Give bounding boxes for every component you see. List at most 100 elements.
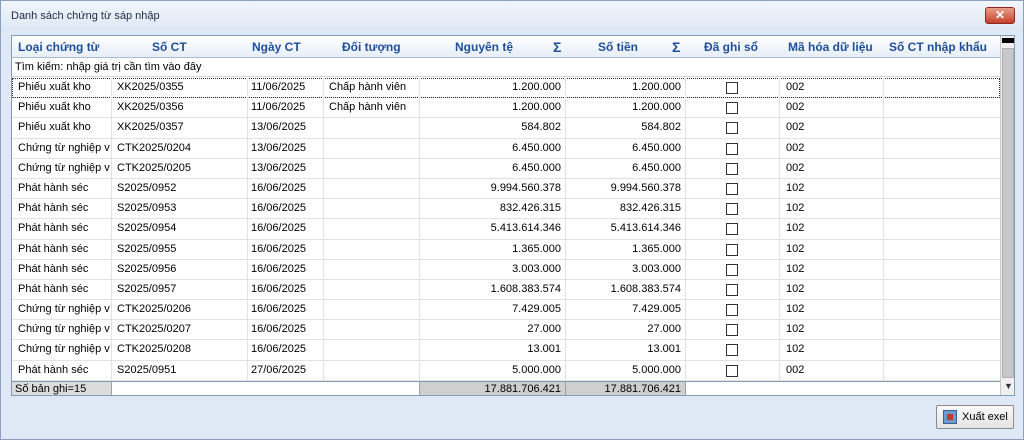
cell-ngay-ct[interactable]: 11/06/2025	[248, 78, 324, 98]
cell-so-tien[interactable]: 13.001	[566, 340, 686, 361]
cell-loai-chung-tu[interactable]: Phiếu xuất kho	[12, 78, 112, 98]
cell-so-ct-nhap-khau[interactable]	[884, 98, 1000, 118]
cell-so-tien[interactable]: 9.994.560.378	[566, 178, 686, 199]
cell-so-tien[interactable]: 5.000.000	[566, 360, 686, 381]
table-row[interactable]: Phiếu xuất kho XK2025/0357 13/06/2025 584.8…	[12, 118, 1000, 139]
cell-so-ct[interactable]: CTK2025/0207	[112, 320, 248, 341]
table-row[interactable]: Chứng từ nghiệp v CTK2025/0206 16/06/2025 7…	[12, 300, 1000, 321]
close-button[interactable]: ✕	[985, 7, 1015, 24]
cell-ma-hoa[interactable]: 102	[780, 300, 884, 321]
cell-so-ct-nhap-khau[interactable]	[884, 280, 1000, 300]
table-row[interactable]: Phát hành séc S2025/0953 16/06/2025 832.426…	[12, 199, 1000, 220]
cell-so-tien[interactable]: 7.429.005	[566, 300, 686, 321]
cell-ma-hoa[interactable]: 002	[780, 98, 884, 119]
cell-nguyen-te[interactable]: 13.001	[420, 340, 566, 361]
cell-ma-hoa[interactable]: 102	[780, 178, 884, 199]
cell-so-ct-nhap-khau[interactable]	[884, 361, 1000, 381]
cell-ngay-ct[interactable]: 16/06/2025	[248, 178, 324, 199]
cell-so-ct[interactable]: CTK2025/0204	[112, 138, 248, 159]
cell-doi-tuong[interactable]: Chấp hành viên	[324, 78, 420, 98]
cell-so-ct[interactable]: CTK2025/0205	[112, 158, 248, 179]
table-row[interactable]: Phiếu xuất kho XK2025/0355 11/06/2025 Chấp …	[12, 78, 1000, 99]
cell-ngay-ct[interactable]: 16/06/2025	[248, 259, 324, 280]
cell-ngay-ct[interactable]: 16/06/2025	[248, 219, 324, 240]
cell-so-ct[interactable]: XK2025/0355	[112, 78, 248, 98]
cell-so-ct[interactable]: CTK2025/0208	[112, 340, 248, 361]
posted-checkbox[interactable]	[726, 102, 738, 115]
table-row[interactable]: Phát hành séc S2025/0952 16/06/2025 9.994.5…	[12, 178, 1000, 200]
cell-so-ct[interactable]: S2025/0953	[112, 199, 248, 220]
cell-so-ct[interactable]: CTK2025/0206	[112, 300, 248, 321]
export-excel-button[interactable]: Xuất exel	[936, 405, 1014, 429]
cell-so-ct[interactable]: S2025/0951	[112, 360, 248, 381]
cell-doi-tuong[interactable]	[324, 199, 420, 220]
scroll-thumb[interactable]	[1002, 48, 1014, 378]
cell-so-ct-nhap-khau[interactable]	[884, 340, 1000, 360]
table-row[interactable]: Phát hành séc S2025/0954 16/06/2025 5.413.6…	[12, 219, 1000, 240]
cell-so-ct-nhap-khau[interactable]	[884, 118, 1000, 138]
cell-so-ct[interactable]: S2025/0952	[112, 178, 248, 199]
cell-loai-chung-tu[interactable]: Phát hành séc	[12, 239, 112, 260]
cell-so-tien[interactable]: 27.000	[566, 320, 686, 341]
cell-so-ct-nhap-khau[interactable]	[884, 300, 1000, 320]
cell-so-ct-nhap-khau[interactable]	[884, 240, 1000, 260]
cell-so-ct[interactable]: S2025/0954	[112, 219, 248, 240]
header-da-ghi-so[interactable]: Đã ghi sổ	[704, 36, 758, 58]
header-so-ct-nhap-khau[interactable]: Số CT nhập khẩu	[889, 36, 987, 58]
table-row[interactable]: Chứng từ nghiệp v CTK2025/0208 16/06/2025 1…	[12, 340, 1000, 361]
cell-nguyen-te[interactable]: 1.365.000	[420, 239, 566, 260]
cell-loai-chung-tu[interactable]: Phát hành séc	[12, 199, 112, 220]
table-row[interactable]: Phát hành séc S2025/0956 16/06/2025 3.003.0…	[12, 259, 1000, 280]
sum-icon-so-tien[interactable]: Σ	[672, 36, 680, 58]
cell-loai-chung-tu[interactable]: Phát hành séc	[12, 259, 112, 280]
posted-checkbox[interactable]	[726, 182, 738, 195]
cell-so-tien[interactable]: 5.413.614.346	[566, 219, 686, 240]
cell-so-ct-nhap-khau[interactable]	[884, 219, 1000, 239]
posted-checkbox[interactable]	[726, 142, 738, 155]
cell-nguyen-te[interactable]: 3.003.000	[420, 259, 566, 280]
table-row[interactable]: Phát hành séc S2025/0957 16/06/2025 1.608.3…	[12, 279, 1000, 301]
cell-ngay-ct[interactable]: 16/06/2025	[248, 340, 324, 361]
cell-ma-hoa[interactable]: 102	[780, 279, 884, 300]
header-so-ct[interactable]: Số CT	[152, 36, 187, 58]
posted-checkbox[interactable]	[726, 364, 738, 377]
cell-nguyen-te[interactable]: 1.200.000	[420, 78, 566, 98]
cell-doi-tuong[interactable]	[324, 178, 420, 199]
cell-so-ct[interactable]: XK2025/0356	[112, 98, 248, 119]
cell-ngay-ct[interactable]: 16/06/2025	[248, 199, 324, 220]
header-so-tien[interactable]: Số tiền	[598, 36, 638, 58]
table-row[interactable]: Chứng từ nghiệp v CTK2025/0204 13/06/2025 6…	[12, 138, 1000, 159]
posted-checkbox[interactable]	[726, 344, 738, 357]
cell-so-tien[interactable]: 3.003.000	[566, 259, 686, 280]
table-row[interactable]: Phiếu xuất kho XK2025/0356 11/06/2025 Chấp …	[12, 98, 1000, 119]
search-placeholder[interactable]: Tìm kiếm: nhập giá trị cần tìm vào đây	[15, 61, 201, 73]
posted-checkbox[interactable]	[726, 263, 738, 276]
cell-so-tien[interactable]: 1.200.000	[566, 98, 686, 119]
cell-ngay-ct[interactable]: 11/06/2025	[248, 98, 324, 119]
vertical-scrollbar[interactable]: ▼	[1000, 36, 1014, 395]
cell-ma-hoa[interactable]: 102	[780, 239, 884, 260]
cell-loai-chung-tu[interactable]: Phiếu xuất kho	[12, 98, 112, 119]
cell-loai-chung-tu[interactable]: Phát hành séc	[12, 178, 112, 199]
cell-nguyen-te[interactable]: 1.608.383.574	[420, 279, 566, 300]
table-row[interactable]: Phát hành séc S2025/0955 16/06/2025 1.365.0…	[12, 239, 1000, 260]
cell-nguyen-te[interactable]: 6.450.000	[420, 158, 566, 179]
cell-so-tien[interactable]: 1.608.383.574	[566, 279, 686, 300]
cell-loai-chung-tu[interactable]: Chứng từ nghiệp v	[12, 158, 112, 179]
cell-so-ct-nhap-khau[interactable]	[884, 78, 1000, 98]
cell-loai-chung-tu[interactable]: Phát hành séc	[12, 279, 112, 300]
cell-so-ct-nhap-khau[interactable]	[884, 159, 1000, 179]
cell-so-tien[interactable]: 6.450.000	[566, 138, 686, 159]
cell-nguyen-te[interactable]: 9.994.560.378	[420, 178, 566, 199]
cell-so-tien[interactable]: 6.450.000	[566, 158, 686, 179]
cell-ngay-ct[interactable]: 16/06/2025	[248, 320, 324, 341]
cell-doi-tuong[interactable]: Chấp hành viên	[324, 98, 420, 119]
posted-checkbox[interactable]	[726, 82, 738, 94]
cell-ngay-ct[interactable]: 16/06/2025	[248, 279, 324, 300]
cell-so-ct[interactable]: S2025/0956	[112, 259, 248, 280]
cell-so-ct-nhap-khau[interactable]	[884, 179, 1000, 199]
header-ngay-ct[interactable]: Ngày CT	[252, 36, 301, 58]
cell-ma-hoa[interactable]: 002	[780, 118, 884, 139]
cell-so-tien[interactable]: 832.426.315	[566, 199, 686, 220]
cell-nguyen-te[interactable]: 27.000	[420, 320, 566, 341]
